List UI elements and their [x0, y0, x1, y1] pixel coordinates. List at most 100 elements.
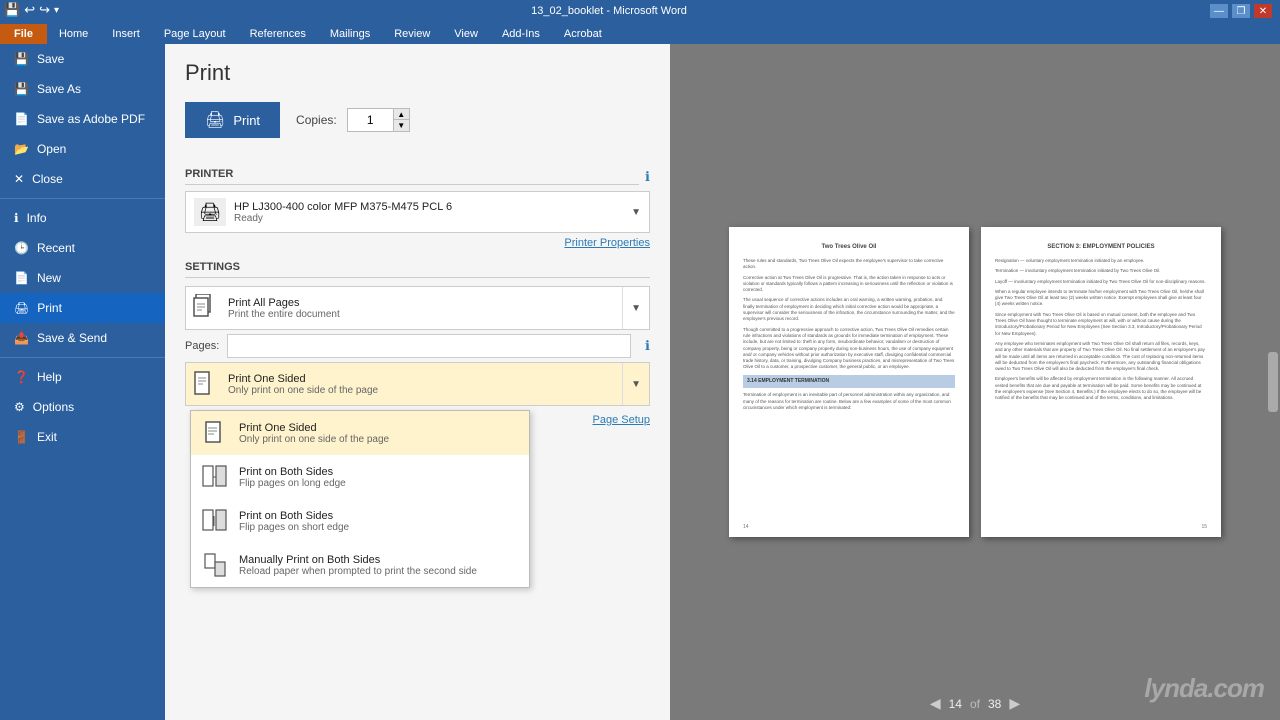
printer-name: HP LJ300-400 color MFP M375-M475 PCL 6 — [234, 201, 452, 213]
sidebar-item-print[interactable]: 🖨 Print — [0, 293, 165, 323]
sidebar: 💾 Save 💾 Save As 📄 Save as Adobe PDF 📂 O… — [0, 44, 165, 720]
tab-file[interactable]: File — [0, 24, 47, 44]
sidebar-item-save-label: Save — [37, 52, 64, 66]
window-controls[interactable]: — ❐ ✕ — [1210, 4, 1272, 18]
preview-right-para3: Layoff — involuntary employment terminat… — [995, 279, 1207, 285]
window-title: 13_02_booklet - Microsoft Word — [8, 5, 1210, 17]
scroll-indicator[interactable] — [1268, 352, 1278, 412]
sidebar-item-help[interactable]: ❓ Help — [0, 362, 165, 392]
quick-access-toolbar[interactable]: 💾 ↩ ↪ ▾ — [4, 2, 59, 18]
sidebar-item-open-label: Open — [37, 142, 66, 156]
customize-qat-icon[interactable]: ▾ — [54, 5, 59, 16]
tab-references[interactable]: References — [238, 24, 318, 44]
tab-acrobat[interactable]: Acrobat — [552, 24, 614, 44]
sidebar-item-close[interactable]: ✕ Close — [0, 164, 165, 194]
sidebar-item-new-label: New — [37, 271, 61, 285]
dropdown-one-sided-text: Print One Sided Only print on one side o… — [239, 422, 389, 445]
sidebar-item-save-as-label: Save As — [37, 82, 81, 96]
tab-home[interactable]: Home — [47, 24, 100, 44]
sidebar-item-save-as[interactable]: 💾 Save As — [0, 74, 165, 104]
sidebar-item-recent[interactable]: 🕒 Recent — [0, 233, 165, 263]
print-one-sided-arrow[interactable]: ▼ — [622, 363, 649, 405]
print-all-pages-arrow[interactable]: ▼ — [622, 287, 649, 329]
printer-info-icon[interactable]: ℹ — [645, 169, 650, 185]
minimize-button[interactable]: — — [1210, 4, 1228, 18]
printer-device-icon: 🖨 — [194, 198, 226, 226]
current-page-display: 14 — [949, 697, 962, 711]
sidebar-item-open[interactable]: 📂 Open — [0, 134, 165, 164]
print-all-pages-icon — [186, 287, 222, 329]
print-btn-label: Print — [233, 113, 260, 128]
tab-page-layout[interactable]: Page Layout — [152, 24, 238, 44]
recent-icon: 🕒 — [14, 241, 29, 255]
dropdown-one-sided-sub: Only print on one side of the page — [239, 434, 389, 445]
print-one-sided-row[interactable]: Print One Sided Only print on one side o… — [185, 362, 650, 406]
print-panel: Print 🖨 Print Copies: ▲ ▼ — [165, 44, 670, 720]
preview-left-highlight-text: Termination of employment is an inevitab… — [743, 392, 955, 411]
copies-up-button[interactable]: ▲ — [393, 109, 409, 120]
preview-area: Two Trees Olive Oil These rules and stan… — [670, 44, 1280, 720]
dropdown-one-sided-icon — [201, 419, 229, 447]
printer-section: Printer ℹ 🖨 HP LJ300-400 color MFP M375-… — [185, 168, 650, 249]
tab-mailings[interactable]: Mailings — [318, 24, 382, 44]
close-doc-icon: ✕ — [14, 172, 24, 186]
printer-dropdown-arrow[interactable]: ▼ — [631, 207, 641, 218]
preview-right-para2: Termination — involuntary employment ter… — [995, 268, 1207, 274]
dropdown-option-manual[interactable]: Manually Print on Both Sides Reload pape… — [191, 543, 529, 587]
print-all-pages-main: Print All Pages — [228, 297, 616, 309]
preview-left-title: Two Trees Olive Oil — [743, 243, 955, 252]
tab-insert[interactable]: Insert — [100, 24, 152, 44]
sidebar-item-info[interactable]: ℹ Info — [0, 203, 165, 233]
dropdown-manual-main: Manually Print on Both Sides — [239, 554, 477, 566]
copies-down-button[interactable]: ▼ — [393, 120, 409, 131]
tab-view[interactable]: View — [442, 24, 490, 44]
undo-icon[interactable]: ↩ — [24, 2, 35, 18]
preview-left-highlight: 3.14 EMPLOYMENT TERMINATION — [743, 375, 955, 389]
sidebar-item-save[interactable]: 💾 Save — [0, 44, 165, 74]
preview-left-page-number: 14 — [743, 524, 749, 532]
page-of-label: of — [970, 697, 980, 711]
preview-right-para7: Employee's benefits will be affected by … — [995, 376, 1207, 401]
next-page-button[interactable]: ▶ — [1009, 695, 1020, 712]
sidebar-divider-1 — [0, 198, 165, 199]
dropdown-option-both-long[interactable]: Print on Both Sides Flip pages on long e… — [191, 455, 529, 499]
dropdown-both-long-text: Print on Both Sides Flip pages on long e… — [239, 466, 346, 489]
restore-button[interactable]: ❐ — [1232, 4, 1250, 18]
redo-icon[interactable]: ↪ — [39, 2, 50, 18]
print-button[interactable]: 🖨 Print — [185, 102, 280, 138]
help-icon: ❓ — [14, 370, 29, 384]
printer-info: 🖨 HP LJ300-400 color MFP M375-M475 PCL 6… — [194, 198, 452, 226]
close-button[interactable]: ✕ — [1254, 4, 1272, 18]
dropdown-both-short-main: Print on Both Sides — [239, 510, 349, 522]
dropdown-manual-icon — [201, 551, 229, 579]
sidebar-item-options[interactable]: ⚙ Options — [0, 392, 165, 422]
preview-right-para4: When a regular employee intends to termi… — [995, 289, 1207, 308]
tab-review[interactable]: Review — [382, 24, 442, 44]
preview-right-page-number: 15 — [1201, 524, 1207, 532]
sidebar-item-close-label: Close — [32, 172, 63, 186]
save-icon[interactable]: 💾 — [4, 2, 20, 18]
pages-input[interactable] — [227, 334, 631, 358]
printer-properties-link[interactable]: Printer Properties — [185, 237, 650, 249]
options-icon: ⚙ — [14, 400, 25, 414]
sidebar-item-options-label: Options — [33, 400, 74, 414]
exit-icon: 🚪 — [14, 430, 29, 444]
sidebar-item-save-pdf[interactable]: 📄 Save as Adobe PDF — [0, 104, 165, 134]
sidebar-item-exit[interactable]: 🚪 Exit — [0, 422, 165, 452]
sidebar-item-new[interactable]: 📄 New — [0, 263, 165, 293]
preview-pages: Two Trees Olive Oil These rules and stan… — [729, 227, 1221, 537]
prev-page-button[interactable]: ◀ — [930, 695, 941, 712]
print-all-pages-sub: Print the entire document — [228, 309, 616, 320]
pages-info-icon[interactable]: ℹ — [645, 338, 650, 354]
preview-nav: ◀ 14 of 38 ▶ — [930, 695, 1020, 712]
sidebar-item-save-send[interactable]: 📤 Save & Send — [0, 323, 165, 353]
print-all-pages-row[interactable]: Print All Pages Print the entire documen… — [185, 286, 650, 330]
copies-input[interactable] — [348, 111, 393, 129]
tab-addins[interactable]: Add-Ins — [490, 24, 552, 44]
sidebar-item-save-pdf-label: Save as Adobe PDF — [37, 112, 145, 126]
dropdown-option-both-short[interactable]: Print on Both Sides Flip pages on short … — [191, 499, 529, 543]
print-all-pages-text: Print All Pages Print the entire documen… — [222, 293, 622, 324]
ribbon-tabs: File Home Insert Page Layout References … — [0, 22, 1280, 44]
dropdown-both-long-main: Print on Both Sides — [239, 466, 346, 478]
dropdown-option-one-sided[interactable]: Print One Sided Only print on one side o… — [191, 411, 529, 455]
